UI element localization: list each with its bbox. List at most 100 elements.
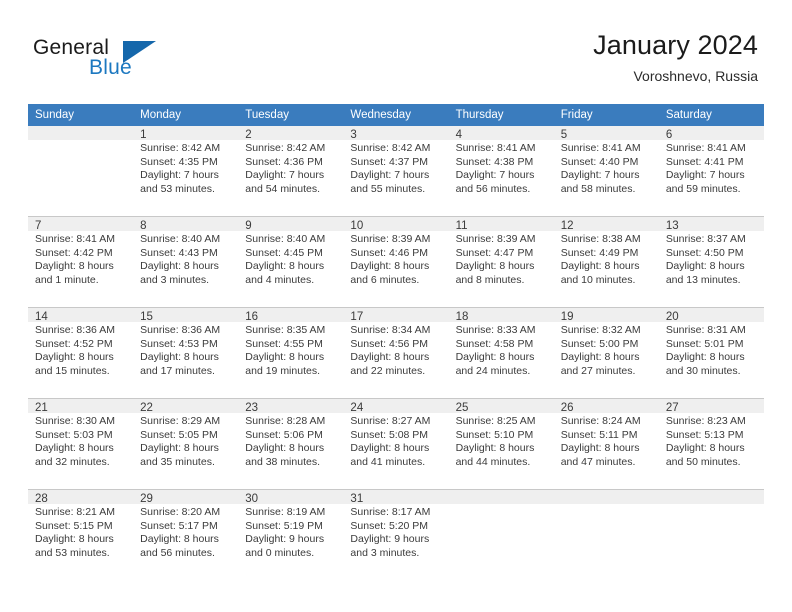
daylight-text-line1: Daylight: 8 hours <box>560 260 640 273</box>
sunrise-text: Sunrise: 8:34 AM <box>350 324 431 336</box>
general-blue-logo[interactable]: General Blue <box>33 36 223 86</box>
calendar-day-cell[interactable]: 30 Sunrise: 8:19 AM Sunset: 5:19 PM Dayl… <box>238 489 344 580</box>
day-info: Sunrise: 8:34 AM Sunset: 4:56 PM Dayligh… <box>343 322 448 378</box>
day-number: 4 <box>448 126 554 141</box>
calendar-day-cell[interactable]: 21 Sunrise: 8:30 AM Sunset: 5:03 PM Dayl… <box>28 398 134 490</box>
calendar-day-cell[interactable]: 20 Sunrise: 8:31 AM Sunset: 5:01 PM Dayl… <box>658 307 764 399</box>
calendar-day-cell[interactable]: 5 Sunrise: 8:41 AM Sunset: 4:40 PM Dayli… <box>553 126 659 217</box>
daylight-text-line1: Daylight: 8 hours <box>665 351 745 364</box>
daylight-text-line1: Daylight: 7 hours <box>455 169 535 182</box>
calendar-day-cell[interactable]: 11 Sunrise: 8:39 AM Sunset: 4:47 PM Dayl… <box>448 216 554 308</box>
calendar-day-cell[interactable]: 19 Sunrise: 8:32 AM Sunset: 5:00 PM Dayl… <box>553 307 659 399</box>
daylight-text-line1: Daylight: 7 hours <box>140 169 219 182</box>
calendar-day-cell[interactable]: 31 Sunrise: 8:17 AM Sunset: 5:20 PM Dayl… <box>343 489 449 580</box>
day-info: Sunrise: 8:40 AM Sunset: 4:43 PM Dayligh… <box>133 231 238 287</box>
calendar-day-cell-empty <box>658 489 764 580</box>
logo-text-blue: Blue <box>89 56 132 79</box>
calendar-day-cell[interactable]: 9 Sunrise: 8:40 AM Sunset: 4:45 PM Dayli… <box>238 216 344 308</box>
sunset-text: Sunset: 4:49 PM <box>560 246 639 259</box>
calendar-day-cell[interactable]: 10 Sunrise: 8:39 AM Sunset: 4:46 PM Dayl… <box>343 216 449 308</box>
sunset-text: Sunset: 4:55 PM <box>245 337 323 350</box>
daylight-text-line2: and 59 minutes. <box>665 182 741 195</box>
calendar-day-cell[interactable]: 15 Sunrise: 8:36 AM Sunset: 4:53 PM Dayl… <box>133 307 239 399</box>
calendar-day-cell[interactable]: 27 Sunrise: 8:23 AM Sunset: 5:13 PM Dayl… <box>658 398 764 490</box>
day-info: Sunrise: 8:19 AM Sunset: 5:19 PM Dayligh… <box>238 504 343 560</box>
daylight-text-line1: Daylight: 8 hours <box>455 442 535 455</box>
calendar-day-cell[interactable]: 16 Sunrise: 8:35 AM Sunset: 4:55 PM Dayl… <box>238 307 344 399</box>
daylight-text-line1: Daylight: 8 hours <box>665 260 745 273</box>
daylight-text-line1: Daylight: 8 hours <box>455 260 535 273</box>
day-info: Sunrise: 8:27 AM Sunset: 5:08 PM Dayligh… <box>343 413 448 469</box>
calendar-day-cell[interactable]: 29 Sunrise: 8:20 AM Sunset: 5:17 PM Dayl… <box>133 489 239 580</box>
day-number: 30 <box>238 490 344 505</box>
daylight-text-line2: and 4 minutes. <box>245 273 315 286</box>
calendar-day-cell[interactable]: 17 Sunrise: 8:34 AM Sunset: 4:56 PM Dayl… <box>343 307 449 399</box>
title-block: January 2024 Voroshnevo, Russia <box>593 28 758 85</box>
weekday-header-thursday: Thursday <box>448 104 554 126</box>
day-info: Sunrise: 8:42 AM Sunset: 4:35 PM Dayligh… <box>133 140 238 196</box>
daylight-text-line2: and 54 minutes. <box>245 182 320 195</box>
calendar-day-cell[interactable]: 24 Sunrise: 8:27 AM Sunset: 5:08 PM Dayl… <box>343 398 449 490</box>
calendar-day-cell[interactable]: 7 Sunrise: 8:41 AM Sunset: 4:42 PM Dayli… <box>28 216 134 308</box>
day-number: 12 <box>553 217 659 232</box>
calendar-day-cell[interactable]: 23 Sunrise: 8:28 AM Sunset: 5:06 PM Dayl… <box>238 398 344 490</box>
sunset-text: Sunset: 5:20 PM <box>350 519 429 532</box>
sunset-text: Sunset: 5:01 PM <box>665 337 744 350</box>
calendar-day-cell[interactable]: 4 Sunrise: 8:41 AM Sunset: 4:38 PM Dayli… <box>448 126 554 217</box>
day-number <box>448 490 554 504</box>
daylight-text-line1: Daylight: 8 hours <box>560 351 640 364</box>
calendar-day-cell[interactable]: 12 Sunrise: 8:38 AM Sunset: 4:49 PM Dayl… <box>553 216 659 308</box>
calendar-day-cell[interactable]: 22 Sunrise: 8:29 AM Sunset: 5:05 PM Dayl… <box>133 398 239 490</box>
weekday-header-friday: Friday <box>553 104 659 126</box>
calendar-day-cell[interactable]: 26 Sunrise: 8:24 AM Sunset: 5:11 PM Dayl… <box>553 398 659 490</box>
daylight-text-line1: Daylight: 8 hours <box>35 351 114 364</box>
calendar-day-cell[interactable]: 8 Sunrise: 8:40 AM Sunset: 4:43 PM Dayli… <box>133 216 239 308</box>
daylight-text-line1: Daylight: 9 hours <box>350 533 430 546</box>
sunset-text: Sunset: 5:10 PM <box>455 428 534 441</box>
day-number: 29 <box>133 490 239 505</box>
sunset-text: Sunset: 5:06 PM <box>245 428 323 441</box>
sunrise-text: Sunrise: 8:31 AM <box>665 324 746 336</box>
day-number <box>553 490 659 504</box>
daylight-text-line1: Daylight: 8 hours <box>35 533 114 546</box>
daylight-text-line1: Daylight: 7 hours <box>560 169 640 182</box>
day-info: Sunrise: 8:42 AM Sunset: 4:36 PM Dayligh… <box>238 140 343 196</box>
calendar-day-cell[interactable]: 28 Sunrise: 8:21 AM Sunset: 5:15 PM Dayl… <box>28 489 134 580</box>
daylight-text-line2: and 58 minutes. <box>560 182 636 195</box>
daylight-text-line1: Daylight: 8 hours <box>350 351 430 364</box>
daylight-text-line2: and 3 minutes. <box>350 546 420 559</box>
sunrise-text: Sunrise: 8:41 AM <box>35 233 115 245</box>
sunrise-text: Sunrise: 8:35 AM <box>245 324 326 336</box>
daylight-text-line1: Daylight: 8 hours <box>140 442 219 455</box>
day-info: Sunrise: 8:38 AM Sunset: 4:49 PM Dayligh… <box>554 231 659 287</box>
day-number: 19 <box>553 308 659 323</box>
sunset-text: Sunset: 5:13 PM <box>665 428 744 441</box>
daylight-text-line1: Daylight: 8 hours <box>140 533 219 546</box>
weekday-header-monday: Monday <box>133 104 239 126</box>
calendar-day-cell[interactable]: 25 Sunrise: 8:25 AM Sunset: 5:10 PM Dayl… <box>448 398 554 490</box>
day-number: 3 <box>343 126 449 141</box>
weekday-header-saturday: Saturday <box>658 104 764 126</box>
calendar-day-cell[interactable]: 3 Sunrise: 8:42 AM Sunset: 4:37 PM Dayli… <box>343 126 449 217</box>
day-number: 21 <box>28 399 134 414</box>
sunset-text: Sunset: 5:11 PM <box>560 428 638 441</box>
sunrise-text: Sunrise: 8:33 AM <box>455 324 536 336</box>
calendar-day-cell[interactable]: 1 Sunrise: 8:42 AM Sunset: 4:35 PM Dayli… <box>133 126 239 217</box>
day-info: Sunrise: 8:20 AM Sunset: 5:17 PM Dayligh… <box>133 504 238 560</box>
calendar-day-cell[interactable]: 6 Sunrise: 8:41 AM Sunset: 4:41 PM Dayli… <box>658 126 764 217</box>
calendar-day-cell[interactable]: 13 Sunrise: 8:37 AM Sunset: 4:50 PM Dayl… <box>658 216 764 308</box>
sunset-text: Sunset: 5:19 PM <box>245 519 323 532</box>
sunrise-text: Sunrise: 8:30 AM <box>35 415 115 427</box>
day-info: Sunrise: 8:36 AM Sunset: 4:52 PM Dayligh… <box>28 322 133 378</box>
day-info: Sunrise: 8:41 AM Sunset: 4:40 PM Dayligh… <box>554 140 659 196</box>
day-number: 20 <box>658 308 764 323</box>
day-number: 18 <box>448 308 554 323</box>
calendar-day-cell[interactable]: 14 Sunrise: 8:36 AM Sunset: 4:52 PM Dayl… <box>28 307 134 399</box>
day-info: Sunrise: 8:29 AM Sunset: 5:05 PM Dayligh… <box>133 413 238 469</box>
sunset-text: Sunset: 4:50 PM <box>665 246 744 259</box>
sunset-text: Sunset: 5:05 PM <box>140 428 218 441</box>
day-number: 6 <box>658 126 764 141</box>
daylight-text-line2: and 56 minutes. <box>455 182 531 195</box>
calendar-day-cell[interactable]: 18 Sunrise: 8:33 AM Sunset: 4:58 PM Dayl… <box>448 307 554 399</box>
calendar-day-cell[interactable]: 2 Sunrise: 8:42 AM Sunset: 4:36 PM Dayli… <box>238 126 344 217</box>
